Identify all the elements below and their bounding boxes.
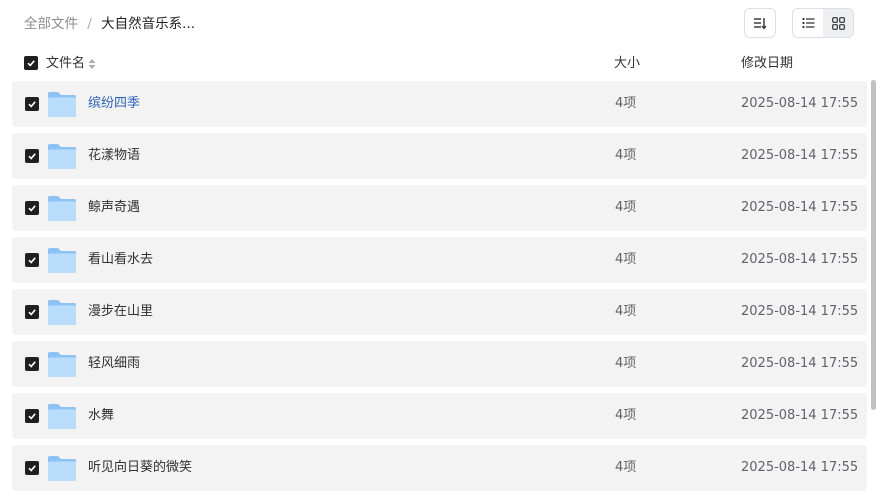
- sort-caret-icon: [88, 58, 96, 69]
- breadcrumb-current: 大自然音乐系...: [101, 16, 196, 32]
- file-name[interactable]: 看山看水去: [88, 251, 153, 269]
- file-modified-date: 2025-08-14 17:55: [741, 96, 859, 111]
- folder-icon: [48, 248, 76, 273]
- column-header-name-label: 文件名: [46, 56, 86, 71]
- file-name[interactable]: 缤纷四季: [88, 95, 140, 113]
- folder-icon: [48, 300, 76, 325]
- sort-button[interactable]: [744, 8, 776, 38]
- file-name[interactable]: 漫步在山里: [88, 303, 153, 321]
- file-modified-date: 2025-08-14 17:55: [741, 304, 859, 319]
- file-name[interactable]: 鲸声奇遇: [88, 199, 140, 217]
- row-checkbox[interactable]: [25, 409, 39, 423]
- table-header: 文件名 大小 修改日期: [0, 50, 878, 78]
- table-row[interactable]: 缤纷四季 4项 2025-08-14 17:55: [12, 81, 867, 127]
- sort-icon: [754, 18, 767, 30]
- file-modified-date: 2025-08-14 17:55: [741, 252, 859, 267]
- column-header-size[interactable]: 大小: [614, 55, 640, 73]
- file-modified-date: 2025-08-14 17:55: [741, 356, 859, 371]
- file-name[interactable]: 轻风细雨: [88, 355, 140, 373]
- file-name[interactable]: 花漾物语: [88, 147, 140, 165]
- list-view-button[interactable]: [793, 9, 823, 37]
- folder-icon: [48, 144, 76, 169]
- file-size: 4项: [615, 304, 637, 319]
- file-size: 4项: [615, 148, 637, 163]
- vertical-scrollbar[interactable]: [871, 80, 876, 410]
- view-toggle-group: [792, 8, 854, 38]
- check-icon: [28, 309, 36, 316]
- file-size: 4项: [615, 252, 637, 267]
- file-size: 4项: [615, 408, 637, 423]
- row-checkbox[interactable]: [25, 305, 39, 319]
- file-size: 4项: [615, 460, 637, 475]
- folder-icon: [48, 352, 76, 377]
- grid-view-button[interactable]: [823, 9, 853, 37]
- top-bar: 全部文件 / 大自然音乐系...: [0, 0, 878, 50]
- check-icon: [28, 465, 36, 472]
- table-row[interactable]: 鲸声奇遇 4项 2025-08-14 17:55: [12, 185, 867, 231]
- column-header-modified[interactable]: 修改日期: [741, 55, 793, 73]
- breadcrumb: 全部文件 / 大自然音乐系...: [24, 15, 195, 33]
- file-size: 4项: [615, 356, 637, 371]
- table-row[interactable]: 水舞 4项 2025-08-14 17:55: [12, 393, 867, 439]
- folder-icon: [48, 456, 76, 481]
- file-size: 4项: [615, 200, 637, 215]
- grid-view-icon: [831, 16, 845, 30]
- file-name[interactable]: 听见向日葵的微笑: [88, 459, 192, 477]
- file-modified-date: 2025-08-14 17:55: [741, 460, 859, 475]
- row-checkbox[interactable]: [25, 201, 39, 215]
- row-checkbox[interactable]: [25, 357, 39, 371]
- file-modified-date: 2025-08-14 17:55: [741, 408, 859, 423]
- folder-icon: [48, 404, 76, 429]
- select-all-checkbox[interactable]: [24, 56, 38, 70]
- row-checkbox[interactable]: [25, 97, 39, 111]
- breadcrumb-separator: /: [87, 16, 92, 32]
- check-icon: [28, 205, 36, 212]
- file-size: 4项: [615, 96, 637, 111]
- folder-icon: [48, 196, 76, 221]
- row-checkbox[interactable]: [25, 461, 39, 475]
- check-icon: [28, 413, 36, 420]
- check-icon: [28, 101, 36, 108]
- row-checkbox[interactable]: [25, 149, 39, 163]
- table-row[interactable]: 轻风细雨 4项 2025-08-14 17:55: [12, 341, 867, 387]
- file-modified-date: 2025-08-14 17:55: [741, 200, 859, 215]
- row-checkbox[interactable]: [25, 253, 39, 267]
- check-icon: [28, 257, 36, 264]
- table-row[interactable]: 看山看水去 4项 2025-08-14 17:55: [12, 237, 867, 283]
- check-icon: [27, 60, 35, 67]
- table-row[interactable]: 听见向日葵的微笑 4项 2025-08-14 17:55: [12, 445, 867, 491]
- folder-icon: [48, 92, 76, 117]
- table-row[interactable]: 花漾物语 4项 2025-08-14 17:55: [12, 133, 867, 179]
- check-icon: [28, 361, 36, 368]
- file-name[interactable]: 水舞: [88, 407, 114, 425]
- check-icon: [28, 153, 36, 160]
- table-row[interactable]: 漫步在山里 4项 2025-08-14 17:55: [12, 289, 867, 335]
- file-modified-date: 2025-08-14 17:55: [741, 148, 859, 163]
- breadcrumb-root-link[interactable]: 全部文件: [24, 16, 78, 32]
- column-header-name[interactable]: 文件名: [46, 55, 96, 73]
- list-view-icon: [801, 17, 814, 29]
